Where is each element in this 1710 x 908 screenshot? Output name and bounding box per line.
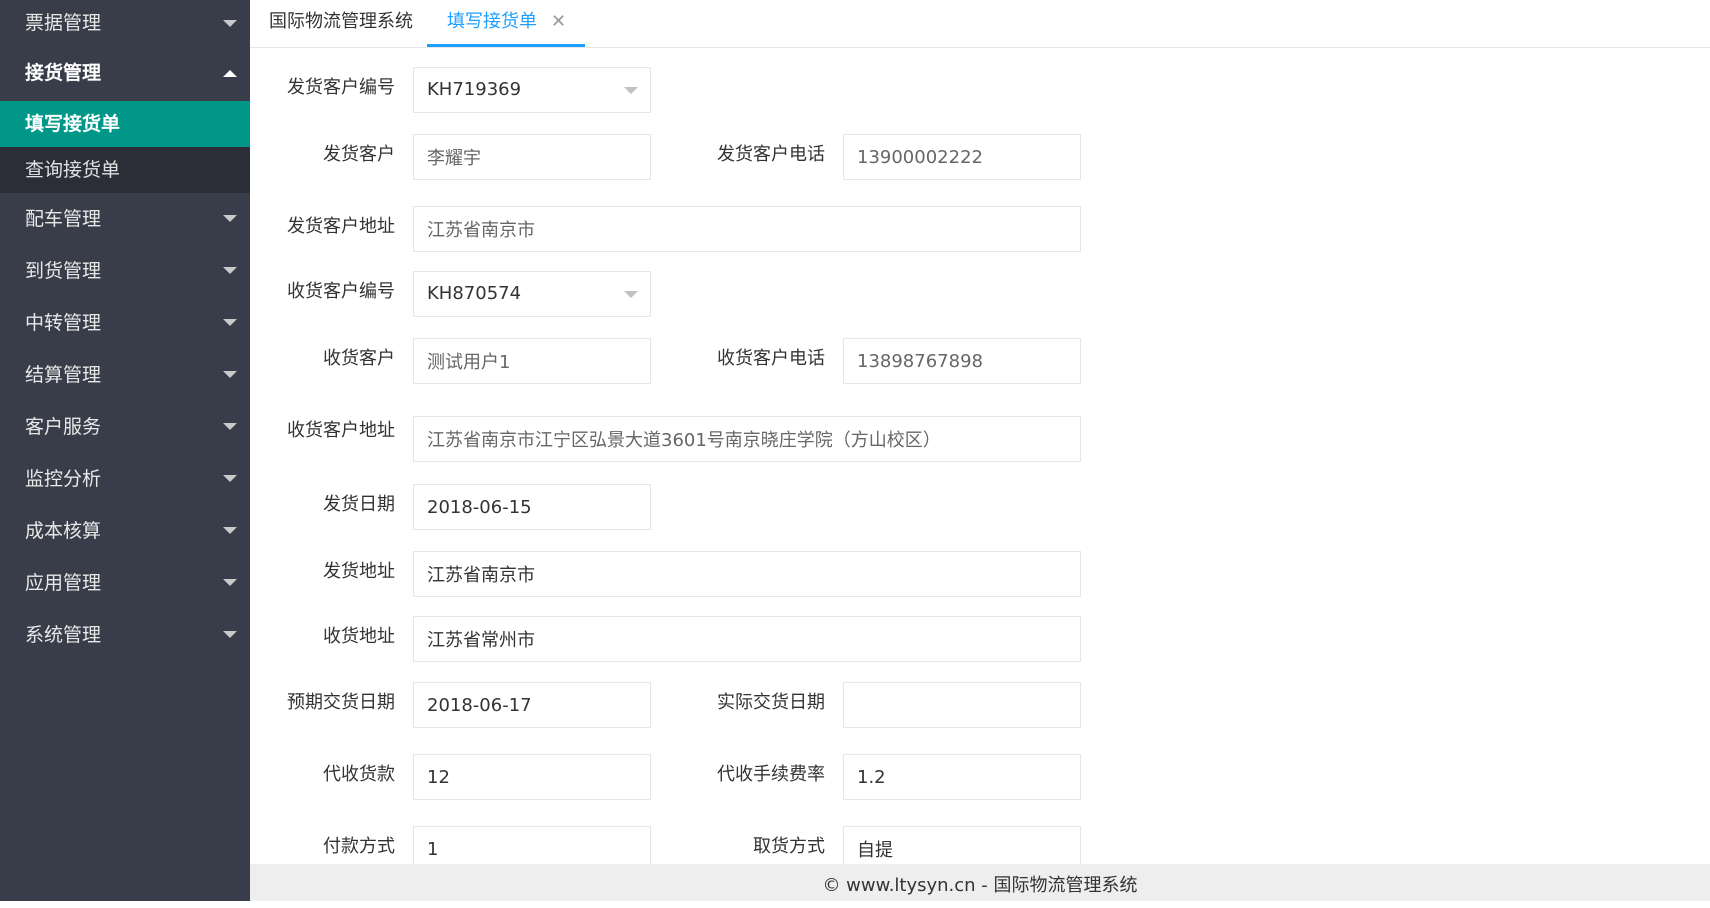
nav-group-dispatch: 配车管理 xyxy=(0,193,250,245)
receiver-name-input[interactable] xyxy=(413,338,651,384)
ship-addr-label: 发货地址 xyxy=(323,561,395,582)
nav-item-label: 配车管理 xyxy=(25,208,102,230)
nav-item-receiving[interactable]: 接货管理 xyxy=(0,46,250,101)
chevron-down-icon xyxy=(223,371,237,378)
payment-input[interactable] xyxy=(413,826,651,864)
sub-menu: 填写接货单 查询接货单 xyxy=(0,101,250,193)
nav-item-label: 中转管理 xyxy=(25,312,102,334)
actual-date-label: 实际交货日期 xyxy=(717,692,825,713)
chevron-down-icon xyxy=(624,87,638,94)
tab-bar: 国际物流管理系统 填写接货单 ✕ xyxy=(250,0,1710,48)
nav-item-customer-service[interactable]: 客户服务 xyxy=(0,401,250,453)
nav-item-label: 系统管理 xyxy=(25,624,102,646)
close-icon[interactable]: ✕ xyxy=(551,0,566,44)
receiver-id-value: KH870574 xyxy=(427,283,522,304)
tab-fill-receipt[interactable]: 填写接货单 ✕ xyxy=(427,0,585,47)
sender-addr-input[interactable] xyxy=(413,206,1081,252)
nav-item-label: 接货管理 xyxy=(25,62,102,84)
sender-phone-input[interactable] xyxy=(843,134,1081,180)
payment-label: 付款方式 xyxy=(323,836,395,857)
tab-label: 填写接货单 xyxy=(447,11,537,32)
nav-item-label: 应用管理 xyxy=(25,572,102,594)
cod-fee-input[interactable] xyxy=(843,754,1081,800)
sender-name-input[interactable] xyxy=(413,134,651,180)
nav-item-system[interactable]: 系统管理 xyxy=(0,609,250,661)
nav-group-tickets: 票据管理 xyxy=(0,0,250,46)
nav-group-apps: 应用管理 xyxy=(0,557,250,609)
footer-copyright: © www.ltysyn.cn - 国际物流管理系统 xyxy=(822,875,1138,896)
chevron-down-icon xyxy=(223,267,237,274)
actual-date-input[interactable] xyxy=(843,682,1081,728)
receiver-name-label: 收货客户 xyxy=(323,348,395,369)
sub-item-query-receipt[interactable]: 查询接货单 xyxy=(0,147,250,193)
nav-item-costing[interactable]: 成本核算 xyxy=(0,505,250,557)
receiver-addr-input[interactable] xyxy=(413,416,1081,462)
nav-group-system: 系统管理 xyxy=(0,609,250,661)
cod-fee-label: 代收手续费率 xyxy=(717,764,825,785)
cod-label: 代收货款 xyxy=(323,764,395,785)
nav-item-transfer[interactable]: 中转管理 xyxy=(0,297,250,349)
chevron-down-icon xyxy=(223,579,237,586)
receiver-addr-label: 收货客户地址 xyxy=(287,420,395,441)
nav-item-label: 票据管理 xyxy=(25,12,102,34)
chevron-down-icon xyxy=(223,215,237,222)
sender-id-select[interactable]: KH719369 xyxy=(413,67,651,113)
nav-item-arrival[interactable]: 到货管理 xyxy=(0,245,250,297)
ship-date-input[interactable] xyxy=(413,484,651,530)
sender-id-value: KH719369 xyxy=(427,79,522,100)
nav-group-customer-service: 客户服务 xyxy=(0,401,250,453)
receipt-form: 发货客户编号 KH719369 发货客户 发货客户电话 发货客户地址 收货客户编… xyxy=(250,47,1710,864)
nav-item-label: 到货管理 xyxy=(25,260,102,282)
ship-addr-input[interactable] xyxy=(413,551,1081,597)
ship-date-label: 发货日期 xyxy=(323,494,395,515)
nav-group-costing: 成本核算 xyxy=(0,505,250,557)
chevron-down-icon xyxy=(223,631,237,638)
nav-item-label: 监控分析 xyxy=(25,468,102,490)
nav-item-label: 成本核算 xyxy=(25,520,102,542)
tab-home[interactable]: 国际物流管理系统 xyxy=(269,0,413,47)
nav-item-settlement[interactable]: 结算管理 xyxy=(0,349,250,401)
nav-group-transfer: 中转管理 xyxy=(0,297,250,349)
chevron-down-icon xyxy=(223,423,237,430)
nav-item-monitoring[interactable]: 监控分析 xyxy=(0,453,250,505)
sidebar: 票据管理 接货管理 填写接货单 查询接货单 配车管理 到货管理 中转管理 结算管… xyxy=(0,0,250,901)
recv-addr-input[interactable] xyxy=(413,616,1081,662)
nav-item-apps[interactable]: 应用管理 xyxy=(0,557,250,609)
chevron-down-icon xyxy=(624,291,638,298)
expected-date-input[interactable] xyxy=(413,682,651,728)
sender-name-label: 发货客户 xyxy=(323,144,395,165)
pickup-input[interactable] xyxy=(843,826,1081,864)
expected-date-label: 预期交货日期 xyxy=(287,692,395,713)
receiver-phone-input[interactable] xyxy=(843,338,1081,384)
nav-item-tickets[interactable]: 票据管理 xyxy=(0,0,250,46)
chevron-down-icon xyxy=(223,319,237,326)
nav-item-label: 结算管理 xyxy=(25,364,102,386)
nav-group-arrival: 到货管理 xyxy=(0,245,250,297)
nav-group-monitoring: 监控分析 xyxy=(0,453,250,505)
receiver-id-select[interactable]: KH870574 xyxy=(413,271,651,317)
chevron-down-icon xyxy=(223,475,237,482)
nav-group-receiving: 接货管理 填写接货单 查询接货单 xyxy=(0,46,250,193)
nav-item-dispatch[interactable]: 配车管理 xyxy=(0,193,250,245)
nav-item-label: 客户服务 xyxy=(25,416,102,438)
chevron-down-icon xyxy=(223,20,237,27)
receiver-id-label: 收货客户编号 xyxy=(287,281,395,302)
chevron-down-icon xyxy=(223,527,237,534)
sender-addr-label: 发货客户地址 xyxy=(287,216,395,237)
footer: © www.ltysyn.cn - 国际物流管理系统 xyxy=(250,864,1710,901)
cod-input[interactable] xyxy=(413,754,651,800)
chevron-up-icon xyxy=(223,70,237,77)
sender-phone-label: 发货客户电话 xyxy=(717,144,825,165)
nav-group-settlement: 结算管理 xyxy=(0,349,250,401)
receiver-phone-label: 收货客户电话 xyxy=(717,348,825,369)
pickup-label: 取货方式 xyxy=(753,836,825,857)
sender-id-label: 发货客户编号 xyxy=(287,77,395,98)
sub-item-fill-receipt[interactable]: 填写接货单 xyxy=(0,101,250,147)
recv-addr-label: 收货地址 xyxy=(323,626,395,647)
